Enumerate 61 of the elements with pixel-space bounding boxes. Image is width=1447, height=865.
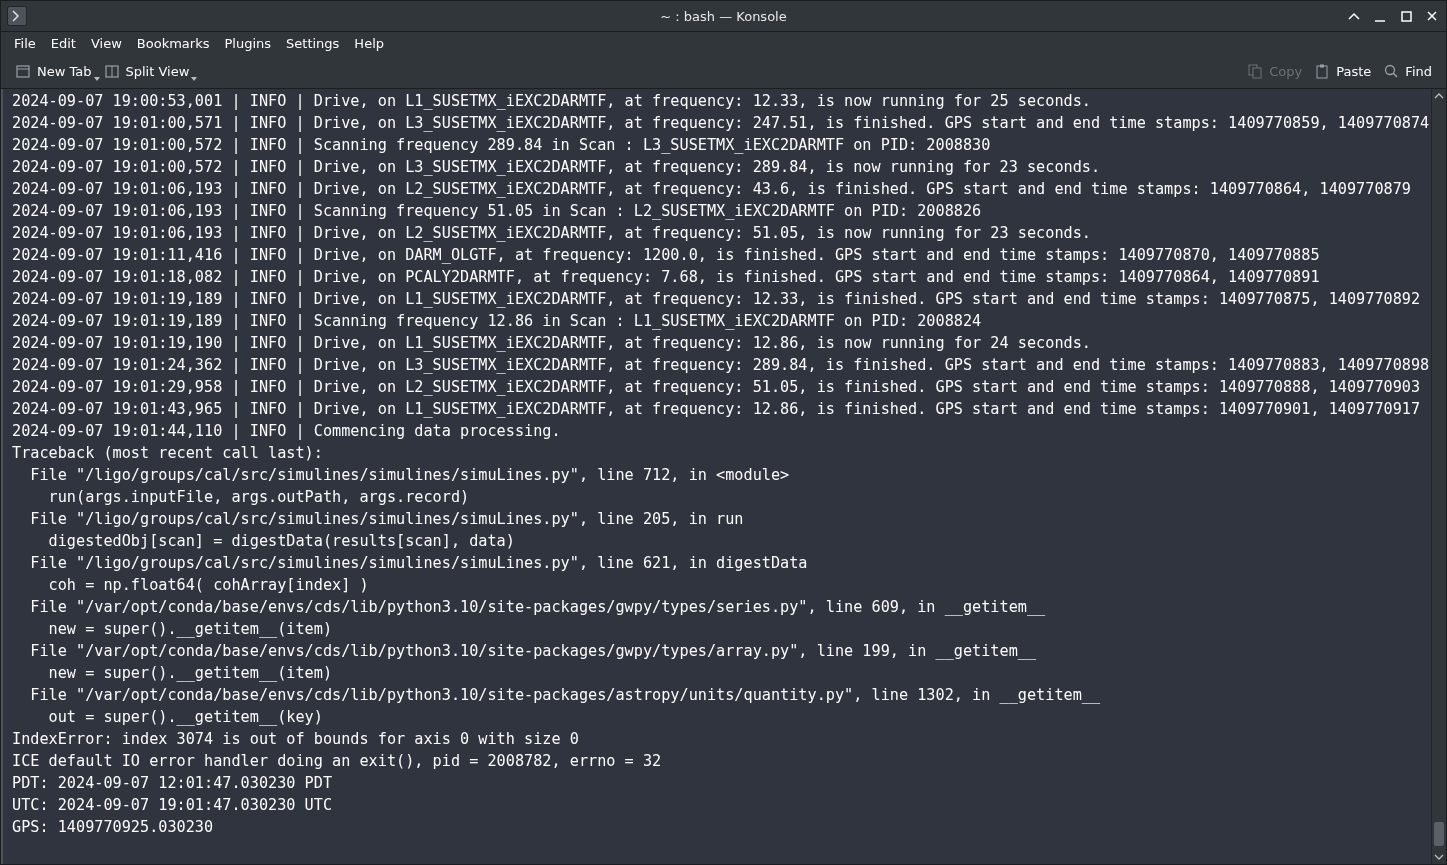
tab-button[interactable]: New Tab (9, 59, 98, 83)
new-tab-icon (15, 63, 31, 79)
paste-button[interactable]: Paste (1308, 59, 1378, 83)
split-button[interactable]: Split View (97, 59, 196, 83)
terminal-line: Traceback (most recent call last): (12, 443, 324, 464)
menu-item[interactable]: Plugins (217, 35, 280, 51)
terminal-line: File "/ligo/groups/cal/src/simulines/simulines/simuLines.py", line 712, in <module> (29, 465, 791, 486)
menu-item[interactable]: Edit (43, 35, 84, 51)
terminal-line: 2024-09-07 19:01:00,572 | INFO | Drive, on L3_SUSETMX_iEXC2DARMTF, at frequency: 289.84, is now running for 23 seconds. (12, 157, 1102, 178)
menu-item[interactable]: Settings (279, 35, 348, 51)
close-icon (1427, 11, 1437, 21)
copy-icon (1247, 63, 1264, 79)
window-title: ~ : bash — Konsole (660, 8, 787, 24)
terminal-line: File "/ligo/groups/cal/src/simulines/simulines/simuLines.py", line 205, in run (29, 509, 745, 530)
terminal-line: 2024-09-07 19:01:06,193 | INFO | Scanning frequency 51.05 in Scan : L2_SUSETMX_iEXC2DARMTF on PID: 2008826 (12, 201, 983, 222)
terminal-line: 2024-09-07 19:01:19,190 | INFO | Drive, on L1_SUSETMX_iEXC2DARMTF, at frequency: 12.86, is now running for 24 seconds. (12, 333, 1092, 354)
terminal-line: new = super().__getitem__(item) (47, 663, 334, 684)
terminal-line: 2024-09-07 19:01:06,193 | INFO | Drive, on L2_SUSETMX_iEXC2DARMTF, at frequency: 51.05, is now running for 23 seconds. (12, 223, 1092, 244)
menu-item[interactable]: File (7, 35, 44, 51)
terminal-line: 2024-09-07 19:01:00,571 | INFO | Drive, on L3_SUSETMX_iEXC2DARMTF, at frequency: 247.51, is finished. GPS start and end time stamps: 1409770859, 1409770874 (12, 113, 1431, 134)
scrollbar[interactable] (1431, 89, 1446, 864)
chevron-up-icon (1348, 12, 1360, 20)
search-icon (1383, 63, 1400, 79)
terminal-line: coh = np.float64( cohArray[index] ) (47, 575, 370, 596)
terminal-line: 2024-09-07 19:01:24,362 | INFO | Drive, on L3_SUSETMX_iEXC2DARMTF, at frequency: 289.84, is finished. GPS start and end time stamps: 1409770883, 1409770898 (12, 355, 1431, 376)
terminal-line: ICE default IO error handler doing an exit(), pid = 2008782, errno = 32 (12, 751, 663, 772)
terminal-line: 2024-09-07 19:01:44,110 | INFO | Commencing data processing. (12, 421, 562, 442)
terminal-line: File "/var/opt/conda/base/envs/cds/lib/python3.10/site-packages/gwpy/types/array.py", line 199, in __getitem__ (29, 641, 1038, 662)
menu-item[interactable]: Bookmarks (129, 35, 218, 51)
terminal-line: 2024-09-07 19:01:19,189 | INFO | Drive, on L1_SUSETMX_iEXC2DARMTF, at frequency: 12.33, is finished. GPS start and end time stamps: 1409770875, 1409770892 (12, 289, 1422, 310)
terminal-app-icon (7, 6, 27, 26)
terminal-line: IndexError: index 3074 is out of bounds for axis 0 with size 0 (12, 729, 580, 750)
terminal-line: GPS: 1409770925.030230 (12, 817, 215, 838)
maximize-icon (1400, 10, 1412, 22)
terminal-line: run(args.inputFile, args.outPath, args.record) (47, 487, 471, 508)
scroll-up-icon[interactable] (1434, 91, 1444, 101)
terminal-line: 2024-09-07 19:01:00,572 | INFO | Scanning frequency 289.84 in Scan : L3_SUSETMX_iEXC2DARMTF on PID: 2008830 (12, 135, 992, 156)
scrollbar-thumb[interactable] (1434, 822, 1444, 846)
terminal-line: File "/var/opt/conda/base/envs/cds/lib/python3.10/site-packages/astropy/units/quantity.py", line 1302, in __getitem__ (29, 685, 1102, 706)
menu-item[interactable]: View (83, 35, 130, 51)
terminal-line: out = super().__getitem__(key) (47, 707, 324, 728)
terminal-line: 2024-09-07 19:01:43,965 | INFO | Drive, on L1_SUSETMX_iEXC2DARMTF, at frequency: 12.86, is finished. GPS start and end time stamps: 1409770901, 1409770917 (12, 399, 1422, 420)
menu-item[interactable]: Help (347, 35, 392, 51)
scroll-down-icon[interactable] (1434, 852, 1444, 862)
terminal-line: 2024-09-07 19:01:11,416 | INFO | Drive, on DARM_OLGTF, at frequency: 1200.0, is finished. GPS start and end time stamps: 1409770870, 1409770885 (12, 245, 1321, 266)
split-view-icon (103, 63, 120, 79)
terminal-line: 2024-09-07 19:01:19,189 | INFO | Scanning frequency 12.86 in Scan : L1_SUSETMX_iEXC2DARMTF on PID: 2008824 (12, 311, 983, 332)
minimize-icon (1375, 20, 1385, 22)
terminal-line: 2024-09-07 19:00:53,001 | INFO | Drive, on L1_SUSETMX_iEXC2DARMTF, at frequency: 12.33, is now running for 25 seconds. (12, 91, 1092, 112)
terminal-line: File "/ligo/groups/cal/src/simulines/simulines/simuLines.py", line 621, in digestData (29, 553, 809, 574)
terminal-line: new = super().__getitem__(item) (47, 619, 334, 640)
terminal-line: PDT: 2024-09-07 12:01:47.030230 PDT (12, 773, 334, 794)
maximize-button[interactable] (1398, 8, 1414, 24)
terminal-line: 2024-09-07 19:01:29,958 | INFO | Drive, on L2_SUSETMX_iEXC2DARMTF, at frequency: 51.05, is finished. GPS start and end time stamps: 1409770888, 1409770903 (12, 377, 1422, 398)
find-button[interactable]: Find (1377, 59, 1438, 83)
clipboard-icon (1314, 63, 1331, 79)
terminal-line: 2024-09-07 19:01:18,082 | INFO | Drive, on PCALY2DARMTF, at frequency: 7.68, is finished. GPS start and end time stamps: 1409770864, 1409770891 (12, 267, 1321, 288)
terminal-line: File "/var/opt/conda/base/envs/cds/lib/python3.10/site-packages/gwpy/types/series.py", line 609, in __getitem__ (29, 597, 1047, 618)
terminal-line: UTC: 2024-09-07 19:01:47.030230 UTC (12, 795, 334, 816)
terminal-line: digestedObj[scan] = digestData(results[scan], data) (47, 531, 516, 552)
terminal-line: 2024-09-07 19:01:06,193 | INFO | Drive, on L2_SUSETMX_iEXC2DARMTF, at frequency: 43.6, is finished. GPS start and end time stamps: 1409770864, 1409770879 (12, 179, 1412, 200)
